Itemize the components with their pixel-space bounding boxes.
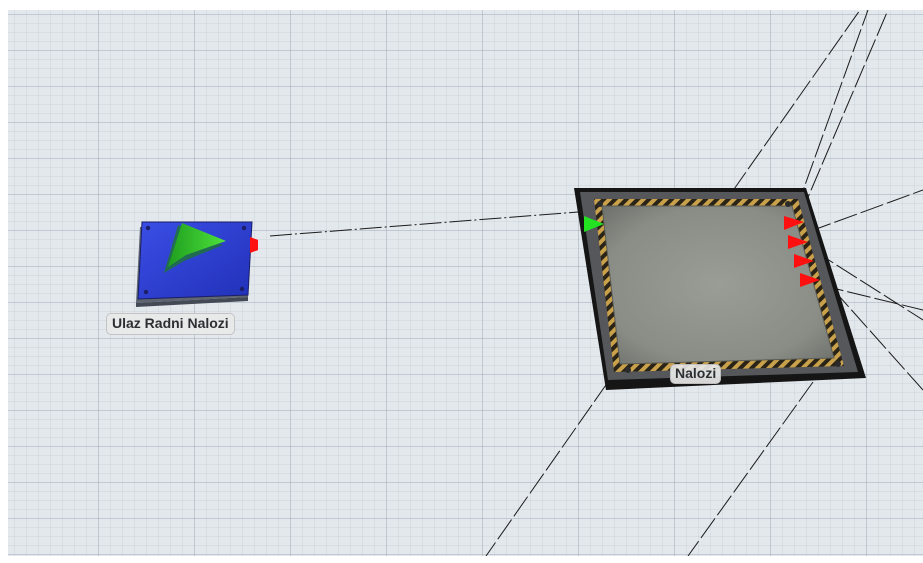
source-label[interactable]: Ulaz Radni Nalozi (106, 313, 235, 335)
source-object[interactable] (128, 215, 258, 315)
queue-center-connector-1 (485, 381, 609, 556)
queue-object[interactable] (558, 180, 868, 395)
model-3d-view[interactable]: Ulaz Radni Nalozi Nalozi (8, 10, 923, 556)
source-output-port (250, 237, 258, 253)
source-to-queue-connector (269, 211, 579, 237)
queue-label[interactable]: Nalozi (670, 364, 722, 384)
queue-center-connector-3 (731, 10, 861, 193)
queue-center-connector-2 (687, 381, 814, 556)
